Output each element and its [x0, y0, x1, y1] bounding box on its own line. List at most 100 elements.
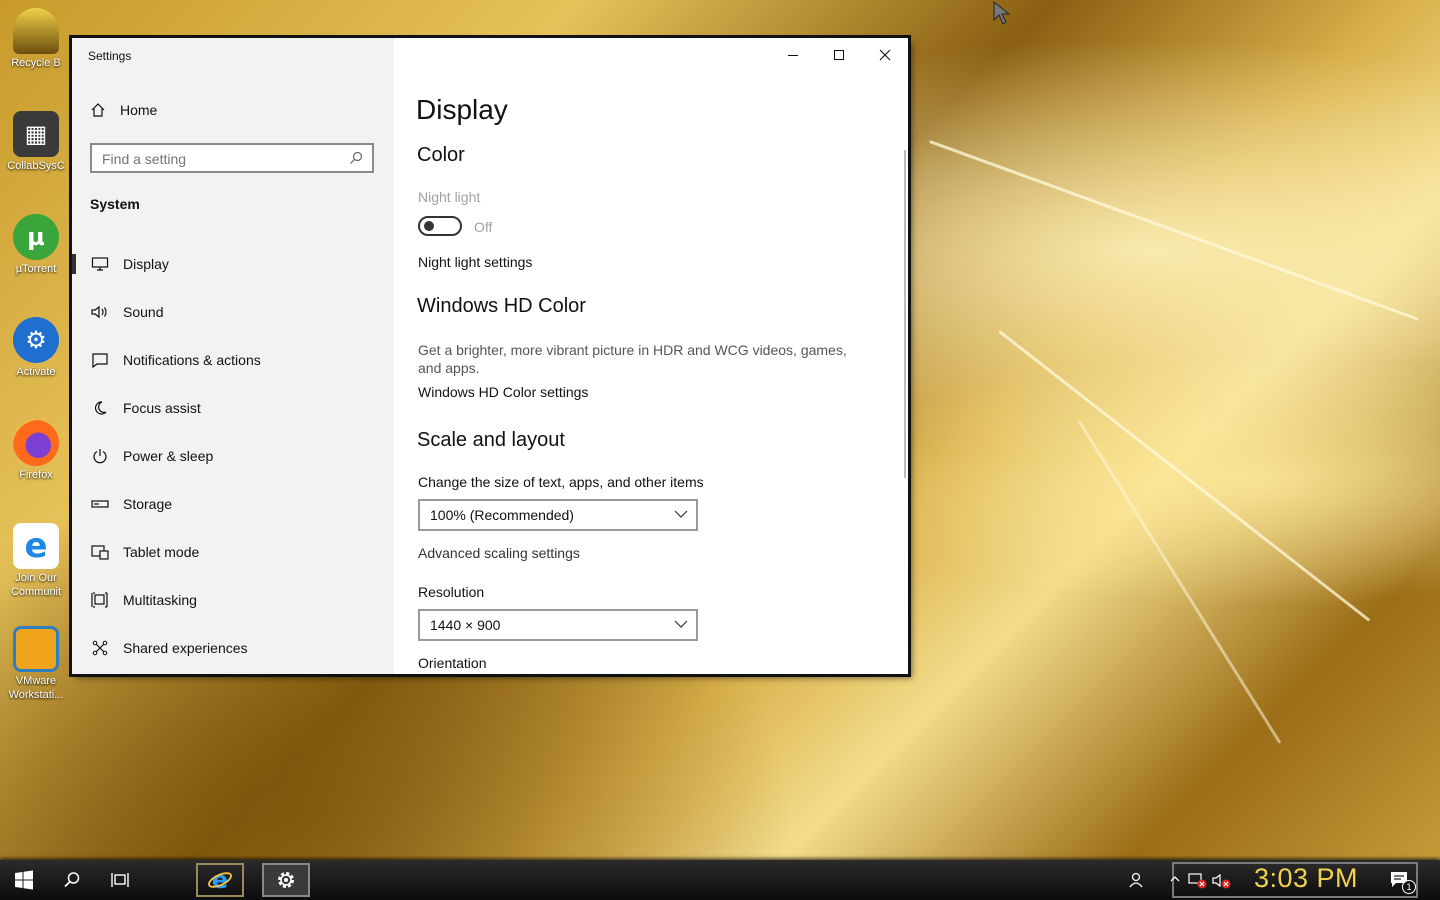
chevron-up-icon[interactable] — [1170, 874, 1180, 884]
sidebar-item-label: Sound — [123, 304, 164, 320]
hd-color-settings-link[interactable]: Windows HD Color settings — [418, 384, 588, 400]
sidebar-item-tablet-mode[interactable]: Tablet mode — [72, 528, 394, 576]
notification-icon — [92, 353, 108, 368]
desktop-icon-internet-explorer[interactable]: e Join Our Communit — [0, 517, 72, 599]
taskbar-app-internet-explorer[interactable]: e — [196, 863, 244, 897]
night-light-state: Off — [474, 219, 493, 235]
shared-icon — [92, 640, 108, 656]
scrollbar[interactable] — [904, 150, 906, 478]
night-light-toggle[interactable] — [418, 216, 462, 236]
desktop-icon-label: Activate — [16, 366, 56, 378]
search-icon[interactable] — [348, 150, 364, 166]
advanced-scaling-link[interactable]: Advanced scaling settings — [418, 545, 580, 561]
people-button[interactable] — [1112, 860, 1160, 900]
chevron-down-icon — [674, 620, 688, 628]
nav-list: Display Sound Notifications & actions Fo… — [72, 240, 394, 672]
sidebar-item-power-sleep[interactable]: Power & sleep — [72, 432, 394, 480]
sidebar-item-notifications[interactable]: Notifications & actions — [72, 336, 394, 384]
internet-explorer-icon: e — [208, 867, 232, 893]
firefox-icon — [13, 420, 59, 466]
action-center-button[interactable]: 1 — [1376, 860, 1424, 900]
search-icon — [64, 872, 80, 888]
storage-icon — [91, 500, 109, 508]
hd-color-description: Get a brighter, more vibrant picture in … — [418, 342, 847, 376]
vmware-icon — [13, 626, 59, 672]
wallpaper-streak — [1077, 420, 1282, 744]
search-input[interactable] — [92, 145, 344, 173]
windows-logo-icon — [15, 870, 33, 890]
sidebar-item-label: Shared experiences — [123, 640, 248, 656]
speaker-icon — [91, 305, 107, 319]
night-light-label: Night light — [418, 189, 481, 205]
sidebar-item-display[interactable]: Display — [72, 240, 394, 288]
moon-icon — [94, 401, 107, 415]
sidebar-item-label: Tablet mode — [123, 544, 200, 560]
sidebar-item-label: Multitasking — [123, 592, 197, 608]
sidebar-item-sound[interactable]: Sound — [72, 288, 394, 336]
sidebar-item-label: Power & sleep — [123, 448, 214, 464]
desktop-icon-collabsys[interactable]: ▦ CollabSysC — [0, 105, 72, 173]
desktop-icon-label: µTorrent — [15, 263, 57, 275]
desktop-icon-label: Firefox — [19, 469, 53, 481]
network-disconnected-icon[interactable] — [1188, 872, 1208, 890]
sidebar-item-label: Notifications & actions — [123, 352, 261, 368]
desktop-icon-activator[interactable]: ⚙ Activate — [0, 311, 72, 379]
mouse-pointer-icon — [993, 0, 1011, 25]
tablet-icon — [91, 545, 109, 560]
scale-label: Change the size of text, apps, and other… — [418, 474, 704, 490]
sidebar-item-label: Display — [123, 256, 169, 272]
orientation-label: Orientation — [418, 655, 487, 671]
wallpaper-streak — [928, 140, 1419, 321]
taskbar-clock[interactable]: 3:03 PM — [1254, 863, 1358, 894]
desktop-icon-vmware[interactable]: VMware Workstati... — [0, 620, 72, 702]
sidebar-item-shared-experiences[interactable]: Shared experiences — [72, 624, 394, 672]
section-heading-hd-color: Windows HD Color — [417, 295, 586, 317]
section-heading-color: Color — [417, 144, 465, 166]
task-view-icon — [111, 873, 129, 887]
activator-icon: ⚙ — [13, 317, 59, 363]
desktop-icon-label: Recycle B — [11, 57, 61, 69]
night-light-settings-link[interactable]: Night light settings — [418, 254, 532, 270]
sidebar-item-focus-assist[interactable]: Focus assist — [72, 384, 394, 432]
start-button[interactable] — [0, 860, 48, 900]
settings-window: Settings Home System Display Sound — [72, 38, 908, 674]
recycle-bin-icon — [13, 8, 59, 54]
desktop-icon-label: Join Our Communit — [10, 572, 62, 598]
page-title: Display — [416, 94, 508, 125]
toggle-knob — [424, 221, 434, 231]
sidebar-item-storage[interactable]: Storage — [72, 480, 394, 528]
volume-muted-icon[interactable] — [1212, 872, 1232, 890]
sidebar-item-label: Storage — [123, 496, 173, 512]
scale-dropdown[interactable]: 100% (Recommended) — [418, 499, 698, 531]
display-settings-content: Display Color Night light Off Night ligh… — [416, 38, 908, 674]
sidebar-item-label: Focus assist — [123, 400, 201, 416]
notification-count-badge: 1 — [1402, 880, 1416, 894]
scale-dropdown-value: 100% (Recommended) — [430, 507, 574, 523]
multitasking-icon — [91, 592, 108, 608]
search-taskbar-button[interactable] — [48, 860, 96, 900]
folder-icon: ▦ — [13, 111, 59, 157]
task-view-button[interactable] — [96, 860, 144, 900]
section-heading-scale-layout: Scale and layout — [417, 429, 565, 451]
power-icon — [93, 449, 107, 464]
gear-icon — [278, 872, 294, 888]
desktop-icon-firefox[interactable]: Firefox — [0, 414, 72, 482]
nav-home-label: Home — [120, 102, 158, 118]
home-icon — [91, 103, 105, 117]
desktop-icon-utorrent[interactable]: µ µTorrent — [0, 208, 72, 276]
taskbar-app-settings[interactable] — [262, 863, 310, 897]
monitor-icon — [91, 257, 109, 271]
people-icon — [1129, 872, 1143, 888]
sidebar-item-multitasking[interactable]: Multitasking — [72, 576, 394, 624]
desktop-icon-recycle-bin[interactable]: Recycle B — [0, 2, 72, 70]
nav-home[interactable]: Home — [90, 102, 157, 118]
resolution-dropdown-value: 1440 × 900 — [430, 617, 501, 633]
window-title: Settings — [88, 49, 132, 63]
resolution-dropdown[interactable]: 1440 × 900 — [418, 609, 698, 641]
chevron-down-icon — [674, 510, 688, 518]
group-title-system: System — [90, 196, 140, 212]
utorrent-icon: µ — [13, 214, 59, 260]
desktop-icon-label: CollabSysC — [7, 160, 65, 172]
search-box[interactable] — [90, 143, 374, 173]
sidebar: Settings Home System Display Sound — [72, 38, 394, 674]
